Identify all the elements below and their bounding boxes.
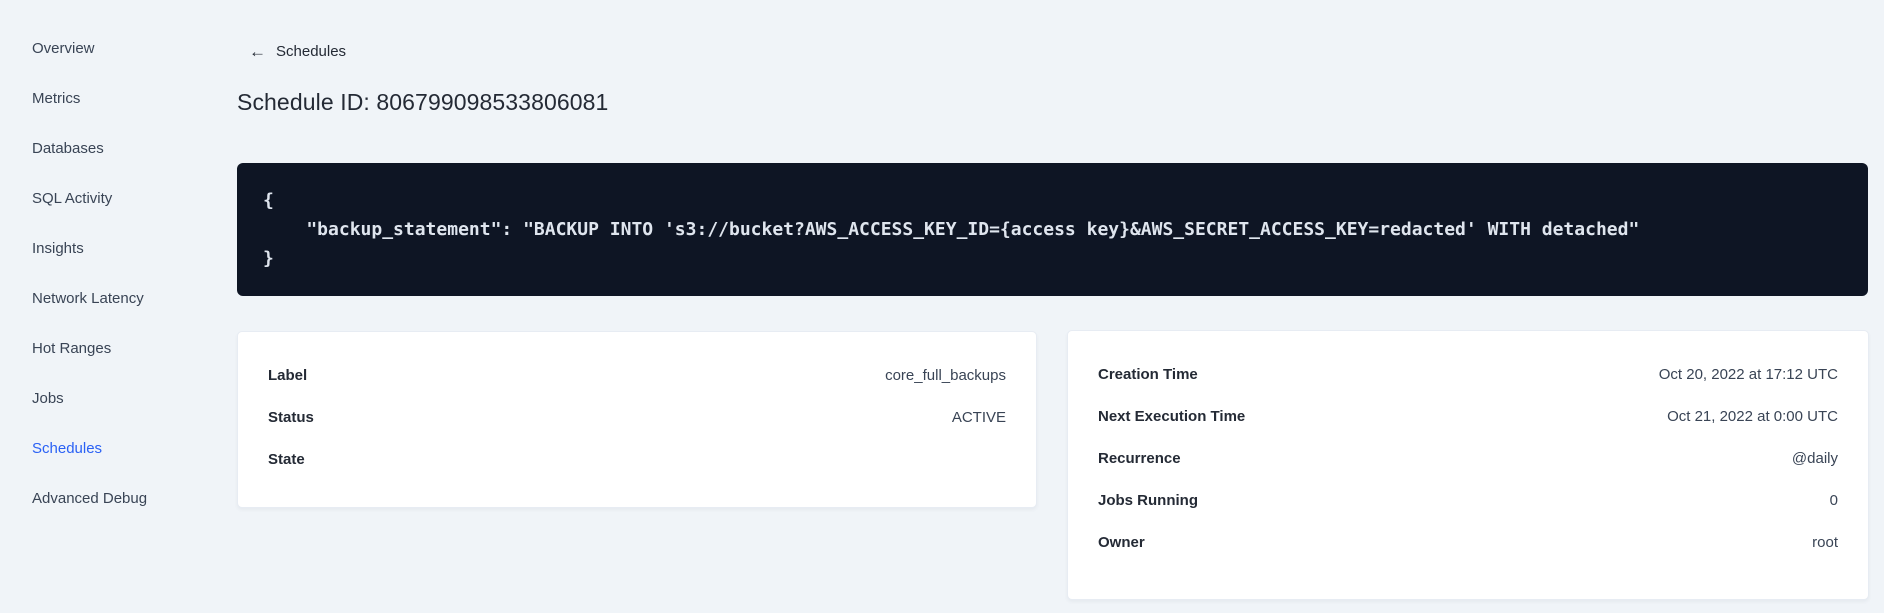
sidebar-item-schedules[interactable]: Schedules (32, 423, 200, 473)
row-label: Creation Time (1098, 365, 1198, 383)
row-label: Recurrence (1098, 449, 1181, 467)
page-title: Schedule ID: 806799098533806081 (237, 89, 609, 115)
sidebar-item-list: Overview Metrics Databases SQL Activity … (0, 0, 200, 523)
sidebar-item-label: Hot Ranges (32, 339, 112, 357)
sidebar-item-metrics[interactable]: Metrics (32, 73, 200, 123)
row-label: Owner (1098, 533, 1145, 551)
details-row-label: Label core_full_backups (268, 354, 1006, 396)
details-row-state: State (268, 438, 1006, 480)
sidebar-item-insights[interactable]: Insights (32, 223, 200, 273)
sidebar-item-label: SQL Activity (32, 189, 113, 207)
row-label: Status (268, 408, 314, 426)
sidebar-item-label: Jobs (32, 389, 64, 407)
sidebar-item-hot-ranges[interactable]: Hot Ranges (32, 323, 200, 373)
sidebar-item-databases[interactable]: Databases (32, 123, 200, 173)
details-card-rows: Label core_full_backups Status ACTIVE St… (268, 354, 1006, 480)
arrow-left-icon: ← (249, 42, 266, 61)
schedule-row-next-execution-time: Next Execution Time Oct 21, 2022 at 0:00… (1098, 395, 1838, 437)
sidebar-item-sql-activity[interactable]: SQL Activity (32, 173, 200, 223)
sidebar-item-label: Overview (32, 39, 95, 57)
sidebar-item-label: Schedules (32, 439, 103, 457)
sidebar-item-label: Network Latency (32, 289, 144, 307)
back-link-label: Schedules (276, 43, 347, 60)
schedule-row-owner: Owner root (1098, 521, 1838, 563)
schedule-row-creation-time: Creation Time Oct 20, 2022 at 17:12 UTC (1098, 353, 1838, 395)
back-to-schedules-link[interactable]: ← Schedules (249, 43, 346, 60)
row-value: 0 (1829, 491, 1838, 509)
schedule-definition-code-block: { "backup_statement": "BACKUP INTO 's3:/… (237, 163, 1868, 296)
details-row-status: Status ACTIVE (268, 396, 1006, 438)
row-value: Oct 21, 2022 at 0:00 UTC (1667, 407, 1838, 425)
sidebar-item-network-latency[interactable]: Network Latency (32, 273, 200, 323)
row-value: ACTIVE (951, 408, 1006, 426)
row-label: Label (268, 366, 308, 384)
row-label: State (268, 450, 305, 468)
row-label: Jobs Running (1098, 491, 1198, 509)
row-value: core_full_backups (885, 366, 1006, 384)
sidebar-item-jobs[interactable]: Jobs (32, 373, 200, 423)
row-value: @daily (1791, 449, 1838, 467)
sidebar-item-overview[interactable]: Overview (32, 23, 200, 73)
sidebar-item-advanced-debug[interactable]: Advanced Debug (32, 473, 200, 523)
sidebar-item-label: Metrics (32, 89, 81, 107)
row-value: root (1812, 533, 1838, 551)
row-value: Oct 20, 2022 at 17:12 UTC (1658, 365, 1838, 383)
row-label: Next Execution Time (1098, 407, 1246, 425)
sidebar-item-label: Insights (32, 239, 84, 257)
schedule-timing-card: Creation Time Oct 20, 2022 at 17:12 UTC … (1067, 330, 1869, 600)
schedule-row-recurrence: Recurrence @daily (1098, 437, 1838, 479)
sidebar-item-label: Advanced Debug (32, 489, 148, 507)
sidebar-nav: Overview Metrics Databases SQL Activity … (0, 0, 200, 613)
schedule-row-jobs-running: Jobs Running 0 (1098, 479, 1838, 521)
schedule-details-card: Label core_full_backups Status ACTIVE St… (237, 331, 1037, 508)
sidebar-item-label: Databases (32, 139, 104, 157)
timing-card-rows: Creation Time Oct 20, 2022 at 17:12 UTC … (1098, 353, 1838, 563)
